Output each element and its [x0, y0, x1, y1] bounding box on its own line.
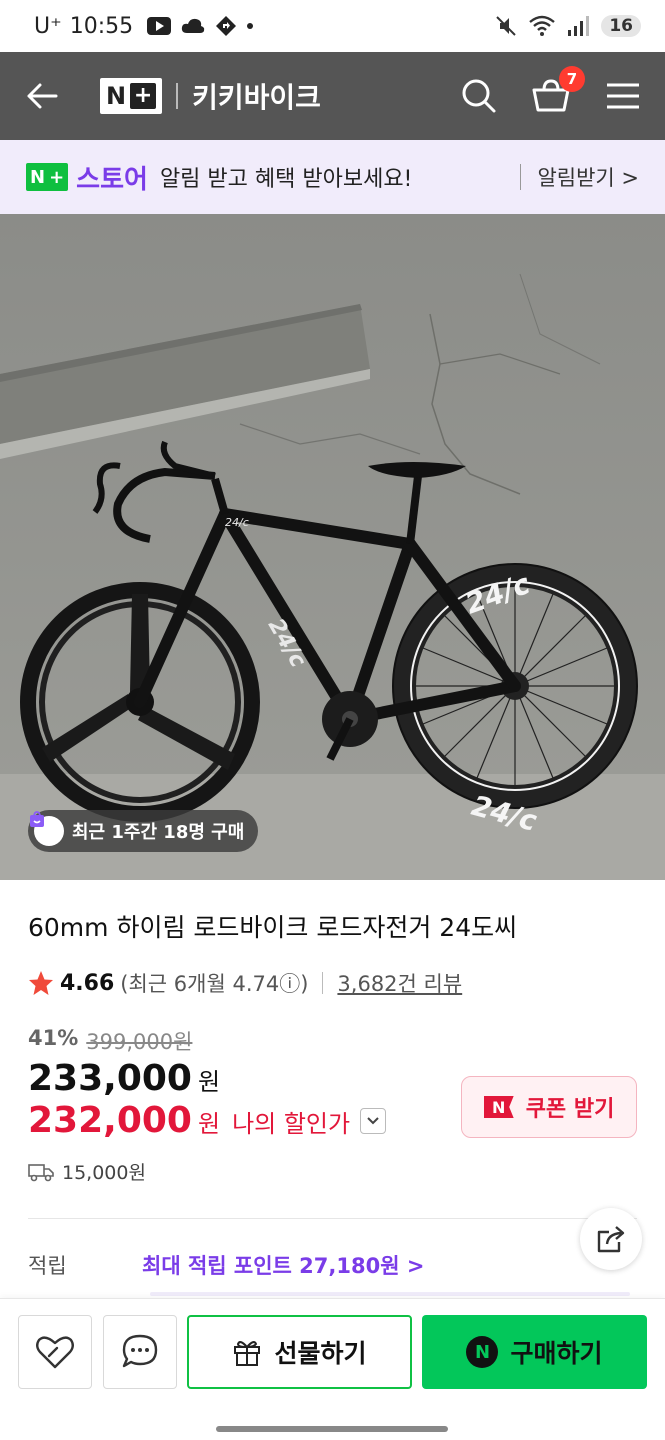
gift-icon: [234, 1341, 261, 1366]
points-row: 적립 최대 적립 포인트 27,180원 >: [28, 1250, 637, 1280]
store-header: N + 키키바이크 7: [0, 52, 665, 140]
logo-divider: [176, 83, 179, 109]
store-name: 키키바이크: [192, 81, 321, 114]
coupon-label: 쿠폰 받기: [525, 1097, 615, 1122]
buy-label: 구매하기: [510, 1339, 603, 1368]
points-label: 적립: [28, 1254, 67, 1278]
youtube-icon: [147, 17, 172, 35]
heart-icon: [36, 1336, 74, 1369]
sale-price-unit: 원: [197, 1068, 221, 1096]
svg-text:24/c: 24/c: [225, 516, 249, 529]
naver-coupon-icon: N: [483, 1096, 514, 1118]
discount-row: 41% 399,000원: [28, 1026, 192, 1056]
sale-price-value: 233,000: [28, 1058, 192, 1099]
wifi-icon: [529, 15, 556, 36]
plus-icon: +: [130, 83, 157, 109]
reviews-link[interactable]: 3,682건 리뷰: [337, 968, 462, 998]
nplus-badge: N +: [26, 163, 69, 191]
section-divider: [28, 1218, 637, 1219]
status-bar: U⁺ 10:55 16: [0, 0, 665, 52]
banner-divider: [520, 164, 522, 190]
buy-button[interactable]: N 구매하기: [422, 1315, 647, 1389]
home-indicator[interactable]: [216, 1426, 448, 1432]
store-logo[interactable]: N + 키키바이크: [100, 76, 321, 116]
clock: 10:55: [69, 13, 134, 39]
back-button[interactable]: [24, 78, 60, 114]
recent-purchase-text: 최근 1주간 18명 구매: [72, 822, 245, 843]
rating-score: 4.66: [60, 970, 115, 996]
original-price: 399,000원: [86, 1030, 193, 1054]
my-price-value: 232,000: [28, 1100, 192, 1141]
product-title: 60mm 하이림 로드바이크 로드자전거 24도씨: [28, 913, 518, 942]
gift-label: 선물하기: [274, 1339, 367, 1368]
cart-count-badge: 7: [559, 66, 585, 92]
notification-icons: [147, 15, 254, 37]
sale-price: 233,000 원: [28, 1058, 220, 1099]
notification-banner[interactable]: N + 스토어 알림 받고 혜택 받아보세요! 알림받기 >: [0, 140, 665, 214]
recent-rating[interactable]: (최근 6개월 4.74ⓘ): [120, 968, 308, 998]
recent-purchase-badge: 최근 1주간 18명 구매: [28, 810, 259, 852]
max-points-link[interactable]: 최대 적립 포인트 27,180원 >: [142, 1250, 424, 1280]
naver-pay-icon: N: [466, 1336, 499, 1368]
truck-icon: [28, 1163, 54, 1181]
shopping-bag-icon: [30, 811, 64, 846]
my-price-unit: 원: [197, 1110, 221, 1138]
shipping-fee: 15,000원: [62, 1162, 146, 1184]
mute-icon: [496, 16, 517, 36]
navigation-icon: [216, 16, 237, 36]
menu-icon[interactable]: [605, 81, 641, 111]
my-price-label: 나의 할인가: [232, 1110, 351, 1138]
signal-icon: [568, 16, 590, 36]
carrier-label: U⁺: [34, 13, 62, 39]
shipping-info: 15,000원: [28, 1158, 146, 1185]
back-arrow-icon: [27, 83, 58, 109]
star-icon: [29, 971, 53, 995]
battery-indicator: 16: [601, 15, 641, 37]
chat-bubble-icon: [122, 1334, 158, 1368]
rating-divider: [322, 972, 324, 994]
subscribe-alarm-link[interactable]: 알림받기 >: [537, 162, 639, 192]
store-label: 스토어: [76, 164, 148, 195]
nplus-logo-text: N: [106, 82, 127, 110]
discount-percent: 41%: [28, 1026, 79, 1050]
system-nav-bar: [0, 1402, 665, 1440]
purchase-bar: 선물하기 N 구매하기: [0, 1298, 665, 1402]
talk-button[interactable]: [103, 1315, 177, 1389]
cart-button[interactable]: 7: [531, 66, 585, 116]
cloud-icon: [181, 18, 205, 33]
gift-button[interactable]: 선물하기: [187, 1315, 412, 1389]
product-image[interactable]: 24/c 24/c 24/c 24/c 최근 1주간 18명 구매: [0, 214, 665, 880]
chevron-down-icon[interactable]: [360, 1107, 387, 1134]
points-underline: [150, 1292, 630, 1296]
banner-message: 알림 받고 혜택 받아보세요!: [159, 167, 413, 192]
wishlist-button[interactable]: [18, 1315, 92, 1389]
nplus-logo: N +: [100, 78, 163, 114]
rating-row: 4.66 (최근 6개월 4.74ⓘ) 3,682건 리뷰: [28, 968, 462, 998]
coupon-button[interactable]: N 쿠폰 받기: [461, 1076, 637, 1138]
search-icon[interactable]: [461, 78, 497, 114]
dot-icon: [247, 23, 254, 29]
my-discount-price[interactable]: 232,000 원 나의 할인가: [28, 1100, 387, 1141]
bike-photo: 24/c 24/c 24/c 24/c: [0, 214, 665, 880]
